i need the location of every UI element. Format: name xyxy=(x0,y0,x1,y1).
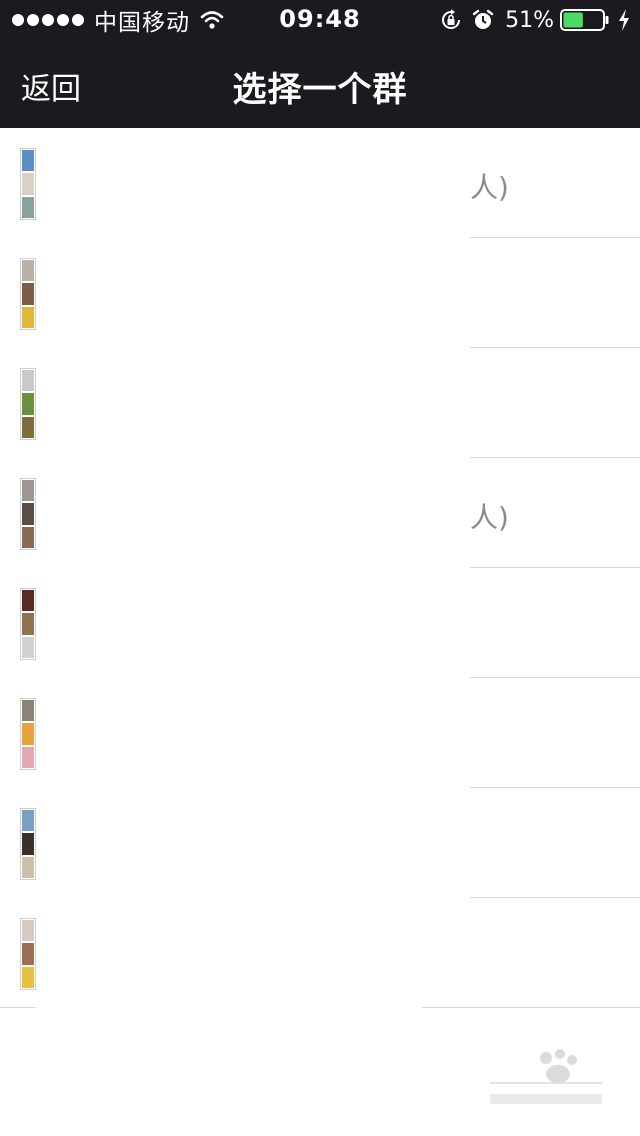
avatar-tile xyxy=(22,746,34,768)
avatar-tile xyxy=(22,173,34,195)
group-avatar xyxy=(20,148,36,220)
avatar-tile xyxy=(22,700,34,722)
avatar-tile xyxy=(22,856,34,878)
avatar-tile xyxy=(22,260,34,282)
group-avatar xyxy=(20,698,36,770)
avatar-tile xyxy=(22,150,34,172)
redaction-mask xyxy=(36,788,422,1008)
battery-percentage: 51% xyxy=(505,7,554,33)
avatar-tile xyxy=(22,833,34,855)
avatar-tile xyxy=(22,480,34,502)
avatar-tile xyxy=(22,590,34,612)
avatar-tile xyxy=(22,636,34,658)
group-avatar xyxy=(20,478,36,550)
avatar-tile xyxy=(22,943,34,965)
alarm-icon xyxy=(471,8,495,32)
avatar-tile xyxy=(22,416,34,438)
avatar-tile xyxy=(22,393,34,415)
battery-icon xyxy=(560,9,610,31)
screen: 中国移动 09:48 51% 返回 选择一个群 人) 人) xyxy=(0,0,640,1136)
rotation-lock-icon xyxy=(439,8,463,32)
avatar-tile xyxy=(22,306,34,328)
avatar-tile xyxy=(22,966,34,988)
avatar-tile xyxy=(22,283,34,305)
avatar-tile xyxy=(22,613,34,635)
navigation-bar: 返回 选择一个群 xyxy=(0,40,640,128)
group-avatar xyxy=(20,258,36,330)
group-avatar xyxy=(20,368,36,440)
avatar-tile xyxy=(22,503,34,525)
status-bar: 中国移动 09:48 51% xyxy=(0,0,640,40)
avatar-tile xyxy=(22,920,34,942)
status-right: 51% xyxy=(431,6,630,34)
page-title: 选择一个群 xyxy=(232,70,408,110)
group-name-tail: 人) xyxy=(470,171,509,204)
group-name-tail: 人) xyxy=(470,501,509,534)
watermark-logo-icon xyxy=(486,1044,606,1114)
avatar-tile xyxy=(22,196,34,218)
avatar-tile xyxy=(22,526,34,548)
group-avatar xyxy=(20,918,36,990)
charging-bolt-icon xyxy=(618,9,630,31)
redaction-mask xyxy=(36,128,470,788)
group-avatar xyxy=(20,808,36,880)
avatar-tile xyxy=(22,723,34,745)
avatar-tile xyxy=(22,810,34,832)
group-avatar xyxy=(20,588,36,660)
avatar-tile xyxy=(22,370,34,392)
